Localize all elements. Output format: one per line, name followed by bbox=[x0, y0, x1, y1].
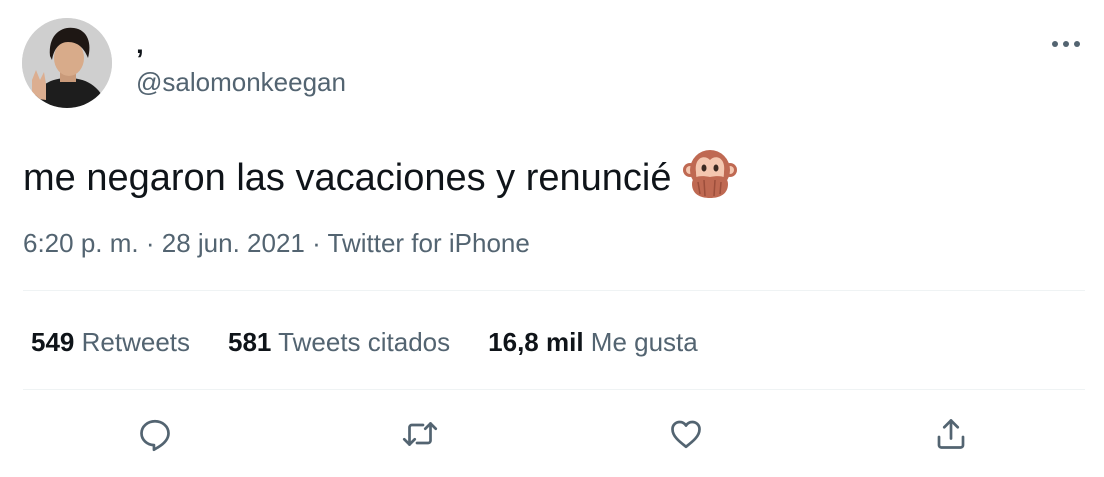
tweet-source[interactable]: Twitter for iPhone bbox=[328, 228, 530, 258]
retweet-icon bbox=[402, 422, 438, 446]
likes-stat[interactable]: 16,8 mil Me gusta bbox=[488, 325, 698, 359]
tweet-text-content: me negaron las vacaciones y renuncié bbox=[23, 157, 672, 199]
retweets-count: 549 bbox=[31, 327, 75, 357]
retweets-stat[interactable]: 549 Retweets bbox=[31, 325, 190, 359]
display-name[interactable]: ‚ bbox=[136, 28, 144, 60]
quote-tweets-stat[interactable]: 581 Tweets citados bbox=[228, 325, 450, 359]
tweet-meta: 6:20 p. m. · 28 jun. 2021 · Twitter for … bbox=[23, 226, 530, 260]
quote-tweets-count: 581 bbox=[228, 327, 272, 357]
like-button[interactable] bbox=[664, 412, 708, 456]
tweet-text: me negaron las vacaciones y renuncié bbox=[23, 144, 738, 203]
more-options-button[interactable] bbox=[1046, 28, 1086, 60]
likes-count: 16,8 mil bbox=[488, 327, 584, 357]
retweets-label: Retweets bbox=[81, 327, 191, 357]
tweet-date[interactable]: 28 jun. 2021 bbox=[162, 228, 305, 258]
quote-tweets-label: Tweets citados bbox=[278, 327, 451, 357]
heart-icon bbox=[671, 420, 701, 449]
user-handle[interactable]: @salomonkeegan bbox=[136, 66, 346, 98]
likes-label: Me gusta bbox=[590, 327, 698, 357]
avatar[interactable] bbox=[22, 18, 112, 108]
speak-no-evil-monkey-icon bbox=[682, 150, 737, 198]
share-icon bbox=[937, 419, 965, 449]
tweet-time[interactable]: 6:20 p. m. bbox=[23, 228, 139, 258]
divider bbox=[23, 290, 1085, 291]
reply-button[interactable] bbox=[133, 412, 177, 456]
meta-separator: · bbox=[138, 228, 162, 258]
reply-icon bbox=[140, 419, 170, 452]
share-button[interactable] bbox=[929, 412, 973, 456]
divider bbox=[23, 389, 1085, 390]
retweet-button[interactable] bbox=[398, 412, 442, 456]
more-icon bbox=[1052, 41, 1080, 47]
meta-separator: · bbox=[304, 228, 328, 258]
tweet-card: ‚ @salomonkeegan me negaron las vacacion… bbox=[0, 0, 1104, 477]
tweet-stats: 549 Retweets 581 Tweets citados 16,8 mil… bbox=[31, 325, 736, 359]
